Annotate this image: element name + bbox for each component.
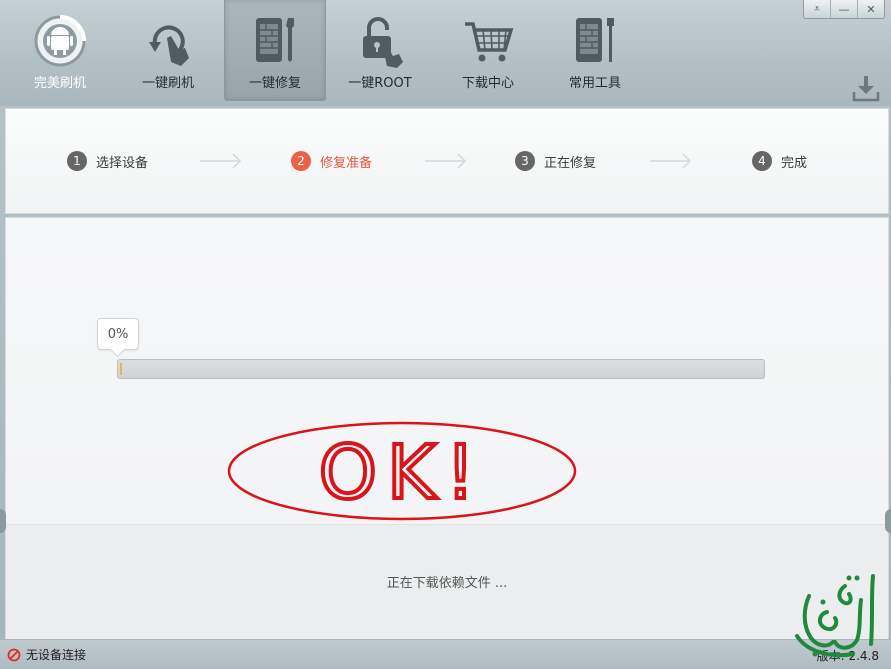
step-repairing: 3 正在修复	[515, 151, 596, 171]
step-number: 3	[515, 151, 535, 171]
step-number: 4	[752, 151, 772, 171]
android-gear-icon	[34, 15, 86, 67]
progress-bar	[117, 359, 765, 379]
device-status-text: 无设备连接	[26, 648, 87, 662]
refresh-hand-icon	[149, 25, 189, 66]
window-controls: ⩡ — ✕	[803, 0, 885, 19]
unlock-hand-icon	[363, 17, 403, 68]
status-bar: 无设备连接 版本: 2.4.8	[0, 640, 891, 669]
ok-text: OK!	[319, 430, 485, 516]
step-label: 完成	[781, 155, 808, 171]
arrow-right-icon	[200, 153, 242, 169]
no-device-icon	[7, 648, 21, 661]
calligraphy-watermark-logo	[795, 574, 875, 658]
tool-label: 一键刷机	[141, 76, 194, 91]
left-edge-handle	[0, 509, 6, 533]
close-button[interactable]: ✕	[857, 0, 884, 18]
tool-one-click-root[interactable]: 一键ROOT	[330, 0, 430, 100]
step-label: 修复准备	[320, 155, 373, 171]
phone-wrench-icon	[256, 18, 294, 62]
tool-label: 一键ROOT	[348, 76, 412, 91]
download-tray-icon[interactable]	[851, 74, 881, 102]
arrow-right-icon	[425, 153, 467, 169]
step-number: 1	[67, 151, 87, 171]
arrow-right-icon	[650, 153, 692, 169]
tool-label: 常用工具	[568, 76, 621, 91]
top-toolbar: 完美刷机 一键刷机 一键修复 一键ROOT 下载中心 常用工具 ⩡ — ✕	[0, 0, 891, 106]
menu-button[interactable]: ⩡	[804, 0, 830, 18]
step-select-device: 1 选择设备	[67, 151, 148, 171]
step-label: 正在修复	[544, 155, 597, 171]
tool-label: 完美刷机	[33, 76, 86, 91]
tool-one-click-flash[interactable]: 一键刷机	[118, 0, 218, 100]
tool-download-center[interactable]: 下载中心	[438, 0, 538, 100]
progress-start-marker	[120, 363, 122, 375]
tool-perfect-flash[interactable]: 完美刷机	[10, 0, 110, 100]
tool-one-click-repair[interactable]: 一键修复	[224, 0, 326, 101]
step-label: 选择设备	[96, 155, 149, 171]
tool-label: 下载中心	[461, 76, 514, 91]
tool-label: 一键修复	[248, 76, 301, 91]
step-indicator: 1 选择设备 2 修复准备 3 正在修复 4 完成	[5, 108, 889, 214]
minimize-button[interactable]: —	[830, 0, 857, 18]
progress-percent-tooltip: 0%	[97, 318, 139, 350]
shopping-cart-icon	[465, 22, 514, 62]
right-edge-handle	[885, 509, 891, 533]
status-message: 正在下载依赖文件 ...	[386, 576, 508, 591]
device-status: 无设备连接	[7, 646, 86, 663]
app-window: 完美刷机 一键刷机 一键修复 一键ROOT 下载中心 常用工具 ⩡ — ✕ 1 …	[0, 0, 891, 669]
tool-common-tools[interactable]: 常用工具	[545, 0, 645, 100]
ok-handwritten-annotation: OK!	[227, 421, 577, 521]
step-complete: 4 完成	[752, 151, 807, 171]
main-panel: 0% OK! 正在下载依赖文件 ...	[5, 217, 889, 639]
step-repair-prepare: 2 修复准备	[291, 151, 372, 171]
phone-tool-icon	[576, 18, 614, 62]
step-number: 2	[291, 151, 311, 171]
